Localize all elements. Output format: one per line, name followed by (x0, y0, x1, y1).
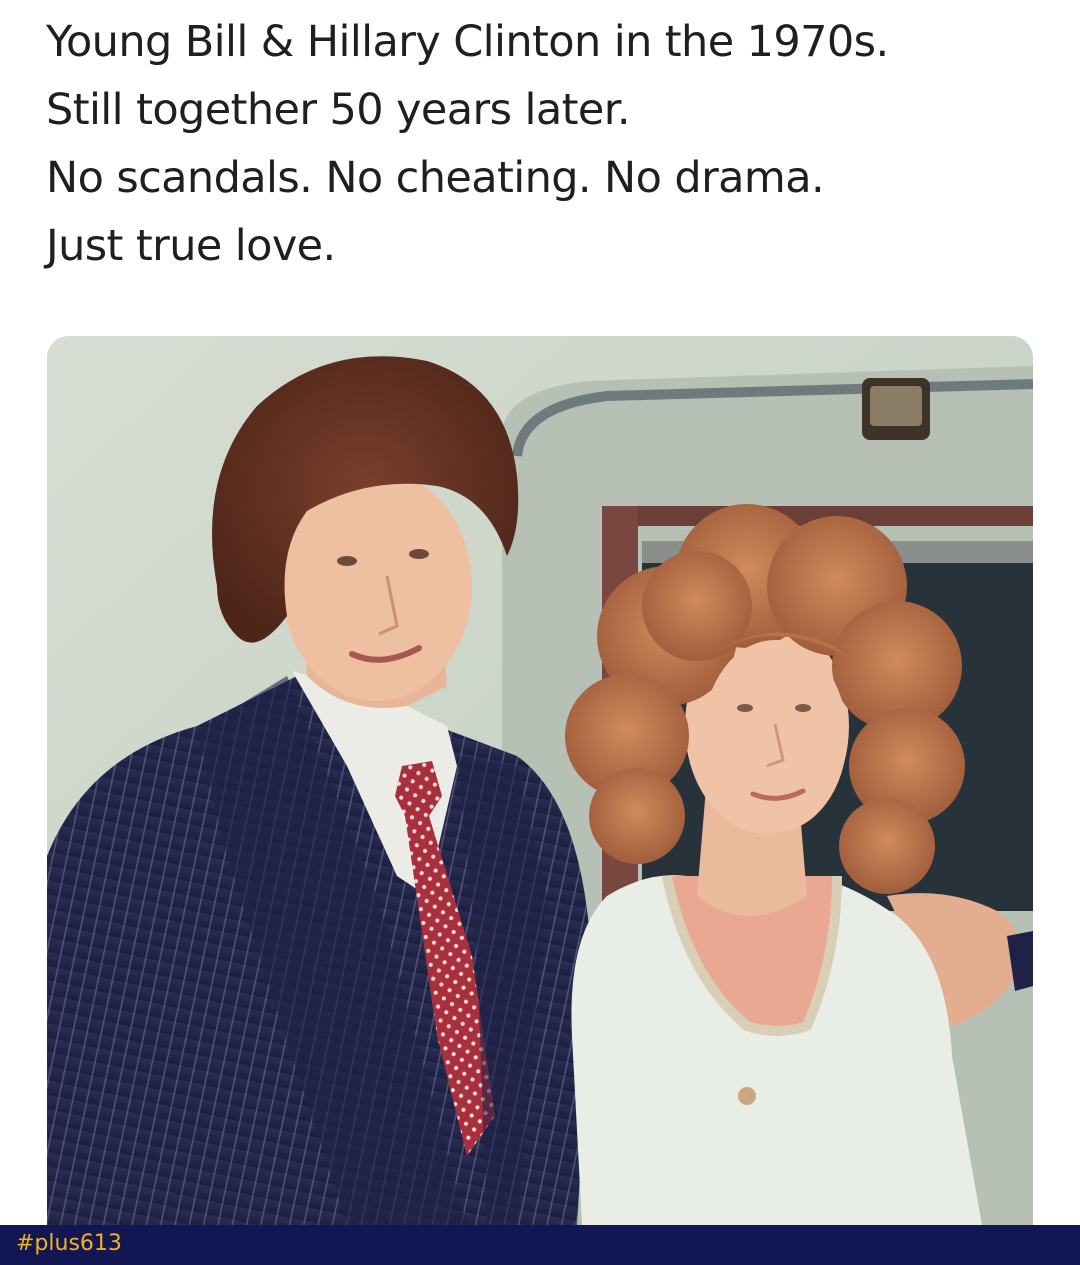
couple-photo (47, 336, 1033, 1225)
caption-line-1: Young Bill & Hillary Clinton in the 1970… (46, 17, 889, 67)
watermark-hashtag: #plus613 (16, 1231, 122, 1256)
caption-line-4: Just true love. (46, 221, 336, 271)
meme-caption: Young Bill & Hillary Clinton in the 1970… (46, 8, 1046, 280)
footer-bar: #plus613 (0, 1225, 1080, 1265)
couple-photo-illustration (47, 336, 1033, 1225)
caption-line-2: Still together 50 years later. (46, 85, 631, 135)
caption-line-3: No scandals. No cheating. No drama. (46, 153, 825, 203)
